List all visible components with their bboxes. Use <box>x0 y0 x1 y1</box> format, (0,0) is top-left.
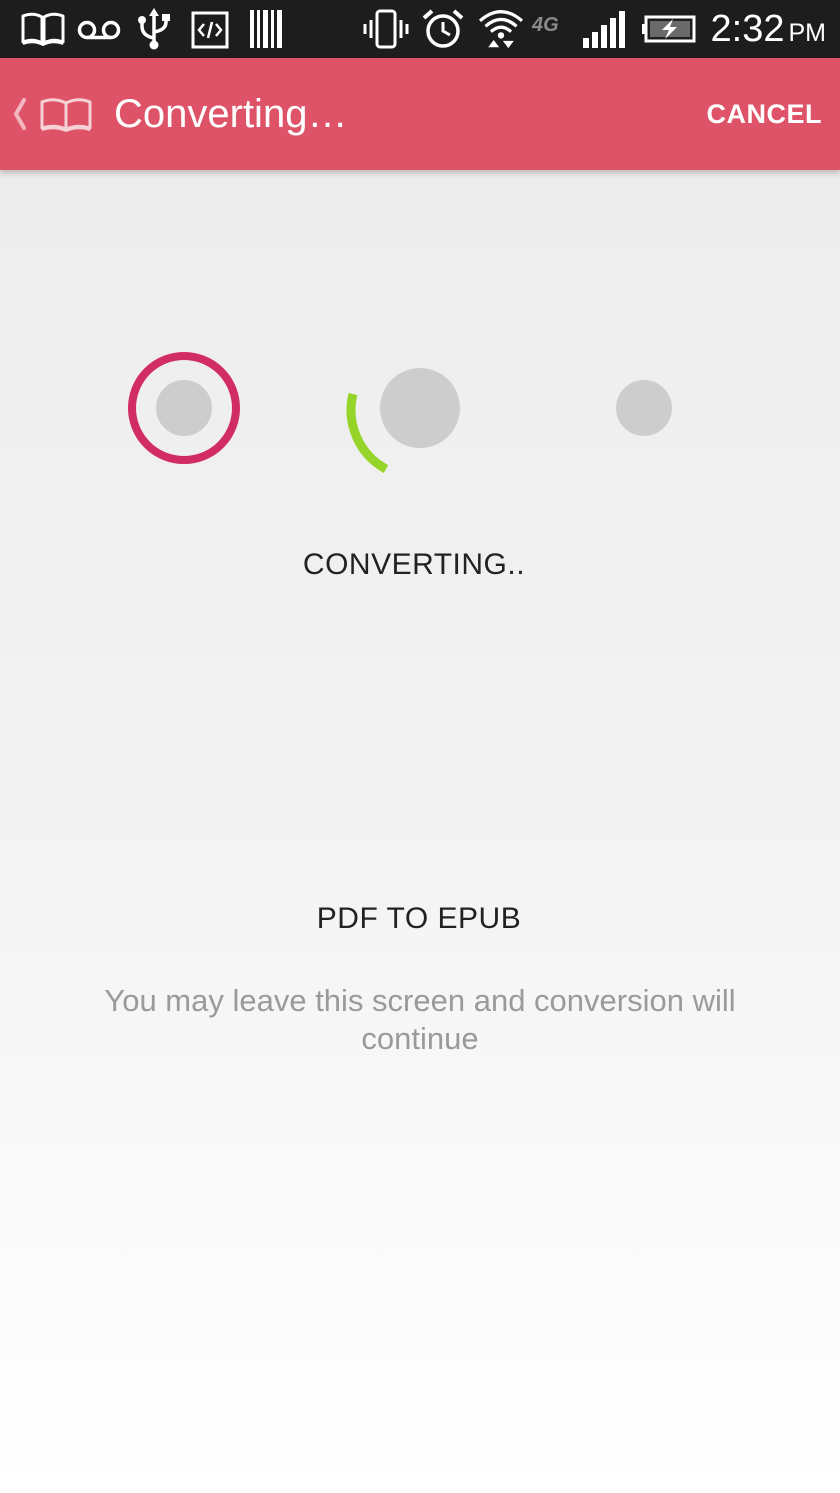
cancel-button[interactable]: CANCEL <box>707 95 823 133</box>
status-clock: 2:32 PM <box>711 6 826 56</box>
step-2-active <box>346 368 460 473</box>
action-bar: Converting… CANCEL <box>0 58 840 170</box>
developer-code-icon <box>191 11 229 49</box>
converting-status-label: CONVERTING.. <box>302 548 526 581</box>
conversion-steps <box>0 330 840 490</box>
alarm-icon <box>422 9 464 48</box>
barcode-icon <box>250 10 282 48</box>
leave-screen-hint: You may leave this screen and conversion… <box>104 983 736 1056</box>
converting-screen: 4G 2:32 PM Converting… CANCEL CONVERTING… <box>0 0 840 1493</box>
status-time: 2:32 <box>710 8 785 50</box>
conversion-format-label: PDF TO EPUB <box>316 902 522 935</box>
network-4g-icon: 4G <box>532 14 559 36</box>
status-bar: 4G 2:32 PM <box>0 0 840 58</box>
back-chevron-icon <box>13 98 26 130</box>
step-3-pending <box>616 380 672 436</box>
battery-charging-icon <box>642 15 696 43</box>
up-navigation-button[interactable] <box>4 58 100 170</box>
page-title: Converting… <box>114 92 348 136</box>
book-notification-icon <box>21 12 65 47</box>
status-ampm: PM <box>788 19 827 47</box>
usb-icon <box>138 8 170 50</box>
voicemail-icon <box>77 20 121 40</box>
vibrate-icon <box>363 9 409 49</box>
wifi-icon <box>478 10 524 49</box>
signal-icon <box>583 11 625 48</box>
book-logo-icon <box>40 98 92 133</box>
step-1-done <box>128 352 240 464</box>
